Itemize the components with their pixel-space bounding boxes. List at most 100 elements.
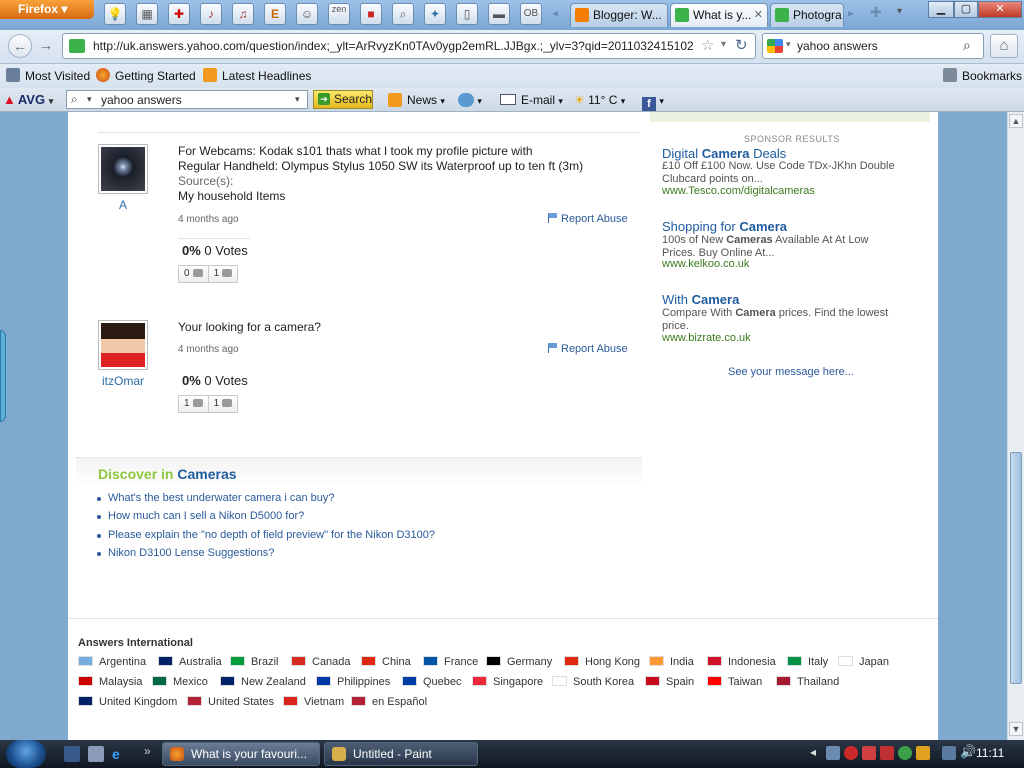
- country-link[interactable]: Singapore: [472, 676, 543, 688]
- weather-menu[interactable]: ☀ 11° C ▾: [574, 93, 625, 107]
- magnifier-icon[interactable]: ⌕: [392, 3, 414, 25]
- country-link[interactable]: Australia: [158, 656, 222, 668]
- tab-yahoo-answers[interactable]: What is y... ✕: [670, 3, 768, 27]
- maximize-button[interactable]: ▢: [954, 1, 978, 18]
- country-link[interactable]: Japan: [838, 656, 889, 668]
- world-icon[interactable]: ▾: [458, 93, 482, 107]
- google-icon[interactable]: [767, 39, 783, 53]
- related-question-link[interactable]: Please explain the "no depth of field pr…: [96, 529, 435, 541]
- show-desktop-icon[interactable]: [64, 746, 80, 762]
- sponsor-ad-url[interactable]: www.kelkoo.co.uk: [662, 258, 749, 270]
- tray-green-icon[interactable]: [898, 746, 912, 760]
- country-link[interactable]: en Español: [351, 696, 427, 708]
- country-link[interactable]: Mexico: [152, 676, 208, 688]
- tray-avg-icon[interactable]: [916, 746, 930, 760]
- scrollbar-thumb[interactable]: [1010, 452, 1022, 684]
- bookmark-latest-headlines[interactable]: Latest Headlines: [203, 68, 311, 83]
- clapper-icon[interactable]: ▬: [488, 3, 510, 25]
- start-button[interactable]: [6, 740, 46, 768]
- sponsor-ad-title[interactable]: Digital Camera Deals: [662, 146, 786, 161]
- search-input[interactable]: yahoo answers: [797, 39, 878, 53]
- search-icon[interactable]: ⌕: [963, 37, 971, 54]
- avg-logo[interactable]: ▲ AVG ▾: [3, 92, 53, 107]
- url-dropdown-icon[interactable]: ▾: [721, 39, 726, 50]
- firefox-menu-button[interactable]: Firefox ▾: [0, 0, 94, 19]
- country-link[interactable]: India: [649, 656, 694, 668]
- puzzle-icon[interactable]: ✦: [424, 3, 446, 25]
- bookmark-star-icon[interactable]: ☆: [701, 36, 714, 54]
- country-link[interactable]: Italy: [787, 656, 828, 668]
- bookmark-getting-started[interactable]: Getting Started: [96, 68, 196, 83]
- bookmark-most-visited[interactable]: Most Visited: [6, 68, 90, 83]
- explorer-icon[interactable]: [88, 746, 104, 762]
- see-your-message-link[interactable]: See your message here...: [728, 366, 854, 378]
- related-question-link[interactable]: What's the best underwater camera i can …: [97, 492, 335, 504]
- country-link[interactable]: Taiwan: [707, 676, 762, 688]
- page-icon[interactable]: ▯: [456, 3, 478, 25]
- tab-photography[interactable]: Photogra: [770, 3, 844, 27]
- window-icon[interactable]: ▦: [136, 3, 158, 25]
- avg-search-input[interactable]: ⌕ ▾ yahoo answers ▾: [66, 90, 308, 109]
- news-menu[interactable]: News ▾: [388, 93, 445, 107]
- avatar[interactable]: [98, 320, 148, 370]
- firstaid-icon[interactable]: ✚: [168, 3, 190, 25]
- guitar-icon-2[interactable]: ♫: [232, 3, 254, 25]
- lightbulb-icon[interactable]: 💡: [104, 3, 126, 25]
- scroll-up-icon[interactable]: ▲: [1009, 114, 1023, 128]
- report-abuse-link[interactable]: Report Abuse: [548, 343, 628, 355]
- engine-dropdown-icon[interactable]: ▾: [786, 39, 791, 50]
- facebook-menu[interactable]: f ▾: [642, 93, 664, 111]
- ob-icon[interactable]: OB: [520, 3, 542, 25]
- thumbs-down-button[interactable]: 1: [209, 396, 238, 412]
- country-link[interactable]: Indonesia: [707, 656, 776, 668]
- country-link[interactable]: Vietnam: [283, 696, 344, 708]
- country-link[interactable]: Argentina: [78, 656, 146, 668]
- country-link[interactable]: Thailand: [776, 676, 839, 688]
- vertical-scrollbar[interactable]: ▲ ▼: [1007, 112, 1024, 740]
- quicklaunch-more-icon[interactable]: »: [144, 744, 151, 758]
- country-link[interactable]: New Zealand: [220, 676, 306, 688]
- close-tab-icon[interactable]: ✕: [754, 4, 763, 26]
- tab-blogger[interactable]: Blogger: W...: [570, 3, 668, 27]
- new-tab-icon[interactable]: ✚: [870, 4, 882, 21]
- email-menu[interactable]: E-mail ▾: [500, 93, 563, 107]
- country-link[interactable]: Quebec: [402, 676, 462, 688]
- country-link[interactable]: Canada: [291, 656, 351, 668]
- feedback-side-tab[interactable]: [0, 330, 6, 422]
- related-question-link[interactable]: Nikon D3100 Lense Suggestions?: [96, 547, 274, 559]
- country-link[interactable]: China: [361, 656, 411, 668]
- minimize-button[interactable]: ▁: [928, 1, 954, 18]
- tab-list-icon[interactable]: ▾: [897, 6, 902, 17]
- sponsor-ad-url[interactable]: www.Tesco.com/digitalcameras: [662, 185, 815, 197]
- related-question-link[interactable]: How much can I sell a Nikon D5000 for?: [96, 510, 304, 522]
- country-link[interactable]: Germany: [486, 656, 552, 668]
- thumbs-down-button[interactable]: 1: [209, 266, 238, 282]
- bookmarks-menu[interactable]: Bookmarks: [943, 68, 1022, 83]
- internet-explorer-icon[interactable]: e: [112, 746, 128, 762]
- forward-button[interactable]: →: [34, 34, 58, 58]
- sponsor-ad-title[interactable]: With Camera: [662, 292, 739, 307]
- red-square-icon[interactable]: ■: [360, 3, 382, 25]
- task-paint[interactable]: Untitled - Paint: [324, 742, 478, 766]
- scroll-down-icon[interactable]: ▼: [1009, 722, 1023, 736]
- country-link[interactable]: Spain: [645, 676, 694, 688]
- guitar-icon[interactable]: ♪: [200, 3, 222, 25]
- tray-security-icon[interactable]: [844, 746, 858, 760]
- author-name[interactable]: A: [98, 198, 148, 212]
- person-icon[interactable]: ☺: [296, 3, 318, 25]
- country-link[interactable]: Brazil: [230, 656, 279, 668]
- volume-icon[interactable]: 🔊: [960, 744, 976, 760]
- etsy-icon[interactable]: E: [264, 3, 286, 25]
- country-link[interactable]: Malaysia: [78, 676, 142, 688]
- network-icon[interactable]: [942, 746, 956, 760]
- avg-search-button[interactable]: ➔ Search: [313, 90, 373, 109]
- avg-history-dropdown-icon[interactable]: ▾: [295, 94, 300, 105]
- tray-tool-icon[interactable]: [862, 746, 876, 760]
- country-link[interactable]: France: [423, 656, 478, 668]
- url-bar[interactable]: http://uk.answers.yahoo.com/question/ind…: [62, 33, 756, 59]
- country-link[interactable]: United States: [187, 696, 274, 708]
- reload-icon[interactable]: ↻: [735, 36, 748, 54]
- search-box[interactable]: ▾ yahoo answers ⌕: [762, 33, 984, 59]
- close-window-button[interactable]: ✕: [978, 1, 1022, 18]
- back-button[interactable]: ←: [8, 34, 32, 58]
